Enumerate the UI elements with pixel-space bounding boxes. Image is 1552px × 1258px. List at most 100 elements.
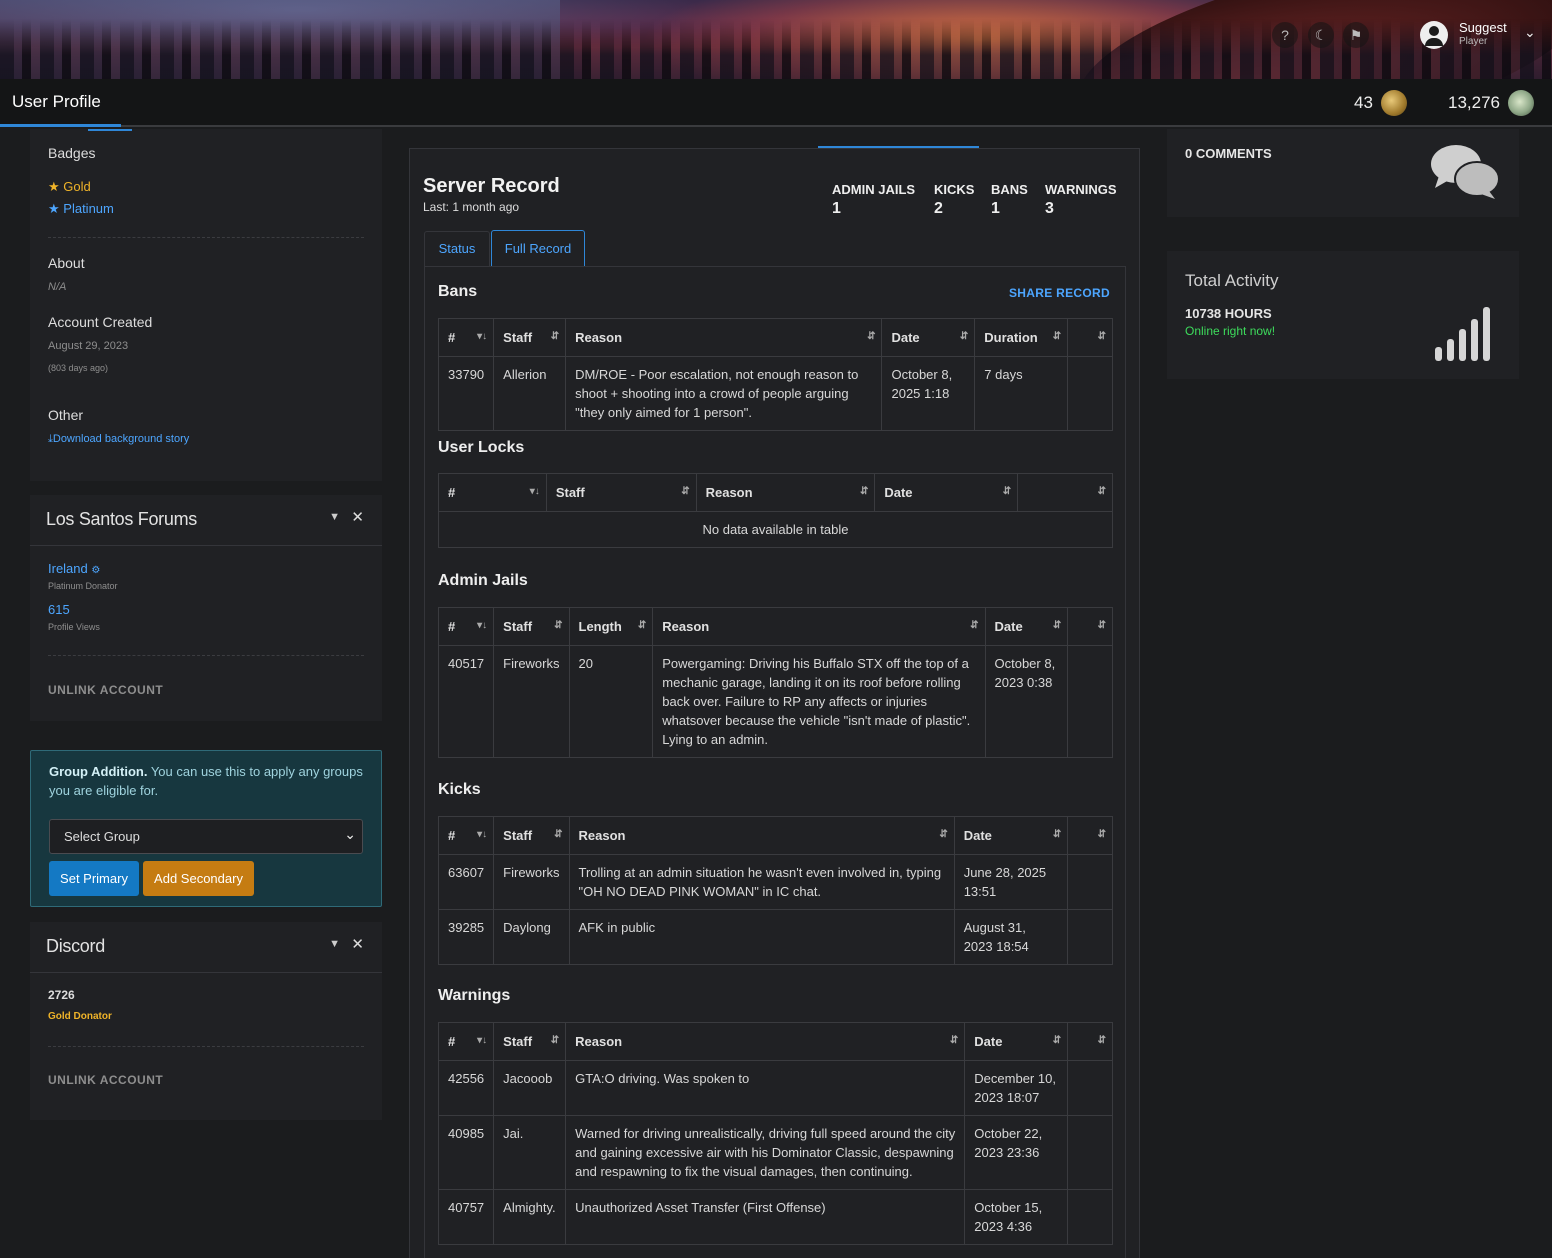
kicks-table: # ▾↓ Staff ⇵ Reason ⇵ Date ⇵ ⇵ 63607 Firewor… [437,816,1113,965]
close-icon[interactable]: ✕ [351,508,364,526]
stat-currency-value: 13,276 [1448,93,1500,112]
group-addition-text: Group Addition. You can use this to appl… [49,764,363,798]
server-record-last: Last: 1 month ago [423,200,520,214]
column-header[interactable]: # ▾↓ [438,473,547,512]
admin-jails-table: # ▾↓ Staff ⇵ Length ⇵ Reason ⇵ Date ⇵ ⇵ 40517… [437,607,1113,758]
sort-icon: ⇵ [867,331,876,342]
column-header[interactable]: Staff ⇵ [493,816,570,855]
column-header[interactable]: Reason ⇵ [565,318,883,357]
stat-points-value: 43 [1354,93,1373,112]
add-secondary-button[interactable]: Add Secondary [143,861,254,896]
download-background-link[interactable]: ⤓Download background story [48,433,189,446]
table-row: 40517 Fireworks 20 Powergaming: Driving … [437,645,1113,758]
sort-icon: ⇵ [1002,486,1012,497]
sort-icon: ▾↓ [477,620,488,631]
comments-card: 0 COMMENTS [1167,129,1519,217]
divider [48,1046,364,1047]
chevron-down-icon[interactable]: ⌄ [1524,24,1536,41]
tab-full-record[interactable]: Full Record [491,230,585,267]
column-header[interactable]: Duration ⇵ [974,318,1069,357]
column-header[interactable]: Date ⇵ [953,816,1069,855]
column-header[interactable]: Reason ⇵ [652,607,986,646]
table-row: 63607 Fireworks Trolling at an admin sit… [437,854,1113,910]
forum-rank: Platinum Donator [48,581,118,591]
divider [48,655,364,656]
collapse-icon[interactable]: ▼ [329,938,340,950]
count-bans-label: BANS [991,182,1028,197]
column-header[interactable]: Reason ⇵ [695,473,876,512]
count-bans-value: 1 [991,200,1000,217]
server-record-title: Server Record [423,175,560,197]
column-header[interactable]: # ▾↓ [437,816,495,855]
table-row: 40985 Jai. Warned for driving unrealisti… [437,1115,1113,1190]
column-header[interactable]: Date ⇵ [881,318,976,357]
tab-status[interactable]: Status [424,231,490,266]
discord-id: 2726 [48,988,75,1002]
column-header[interactable]: Length ⇵ [568,607,654,646]
bans-table: # ▾↓ Staff ⇵ Reason ⇵ Date ⇵ Duration ⇵ ⇵ 337… [437,318,1113,431]
about-heading: About [48,255,85,271]
column-header[interactable]: ⇵ [1067,1022,1113,1061]
profile-views-count: 615 [48,602,70,617]
header-banner: ? ☾ ⚑ Suggest Player ⌄ [0,0,1552,79]
table-row: 42556 Jacooob GTA:O driving. Was spoken … [437,1060,1113,1116]
collapse-icon[interactable]: ▼ [329,511,340,523]
column-header[interactable]: # ▾↓ [437,318,495,357]
sort-icon: ⇵ [1097,486,1106,497]
column-header[interactable]: # ▾↓ [437,607,495,646]
discord-card-header: Discord ▼ ✕ [30,922,382,973]
close-icon[interactable]: ✕ [351,935,364,953]
empty-table-message: No data available in table [438,511,1113,548]
activity-title: Total Activity [1185,271,1279,290]
warnings-table: # ▾↓ Staff ⇵ Reason ⇵ Date ⇵ ⇵ 42556 Jacooob… [437,1022,1113,1245]
bans-heading: Bans [438,283,478,300]
star-icon: ★ [48,201,60,216]
column-header[interactable]: ⇵ [1017,473,1113,512]
kicks-heading: Kicks [438,781,481,798]
column-header[interactable]: # ▾↓ [437,1022,495,1061]
column-header[interactable]: Staff ⇵ [545,473,697,512]
moon-icon[interactable]: ☾ [1308,22,1334,48]
user-name: Suggest [1459,20,1507,35]
forums-unlink-button[interactable]: UNLINK ACCOUNT [48,683,163,697]
sort-icon: ⇵ [550,1035,560,1046]
online-status: Online right now! [1185,324,1276,338]
column-header[interactable]: ⇵ [1067,816,1113,855]
bell-icon[interactable]: ⚑ [1343,22,1369,48]
points-badge-icon [1381,90,1407,116]
sort-icon: ⇵ [1097,829,1106,840]
share-record-link[interactable]: SHARE RECORD [1009,286,1110,300]
forums-card-title: Los Santos Forums [46,509,197,529]
sort-icon: ⇵ [1052,331,1062,342]
select-group-dropdown[interactable]: Select Group ⌄ [49,819,363,854]
forum-user-link[interactable]: Ireland ⚙ [48,561,100,576]
verified-gear-icon: ⚙ [91,565,101,576]
discord-unlink-button[interactable]: UNLINK ACCOUNT [48,1073,163,1087]
question-icon[interactable]: ? [1272,22,1298,48]
discord-card-title: Discord [46,936,105,956]
badge-gold: ★ Gold [48,179,91,194]
column-header[interactable]: Date ⇵ [874,473,1019,512]
account-created-ago: (803 days ago) [48,363,109,373]
user-locks-heading: User Locks [438,439,525,456]
warnings-heading: Warnings [438,987,511,1004]
count-warnings-value: 3 [1045,200,1054,217]
currency-coin-icon [1508,90,1534,116]
column-header[interactable]: Staff ⇵ [493,607,570,646]
column-header[interactable]: Staff ⇵ [493,318,567,357]
column-header[interactable]: ⇵ [1067,318,1113,357]
admin-jails-heading: Admin Jails [438,572,528,589]
column-header[interactable]: ⇵ [1067,607,1113,646]
comments-count: 0 COMMENTS [1185,146,1272,161]
set-primary-button[interactable]: Set Primary [49,861,139,896]
column-header[interactable]: Reason ⇵ [565,1022,966,1061]
column-header[interactable]: Date ⇵ [984,607,1069,646]
user-menu[interactable]: Suggest Player ⌄ [1420,18,1545,52]
table-row: 40757 Almighty. Unauthorized Asset Trans… [437,1189,1113,1245]
column-header[interactable]: Reason ⇵ [568,816,955,855]
column-header[interactable]: Date ⇵ [964,1022,1069,1061]
sort-icon: ⇵ [681,486,690,497]
sort-icon: ▾↓ [477,331,488,342]
column-header[interactable]: Staff ⇵ [493,1022,567,1061]
comments-bubble-icon [1431,145,1500,199]
